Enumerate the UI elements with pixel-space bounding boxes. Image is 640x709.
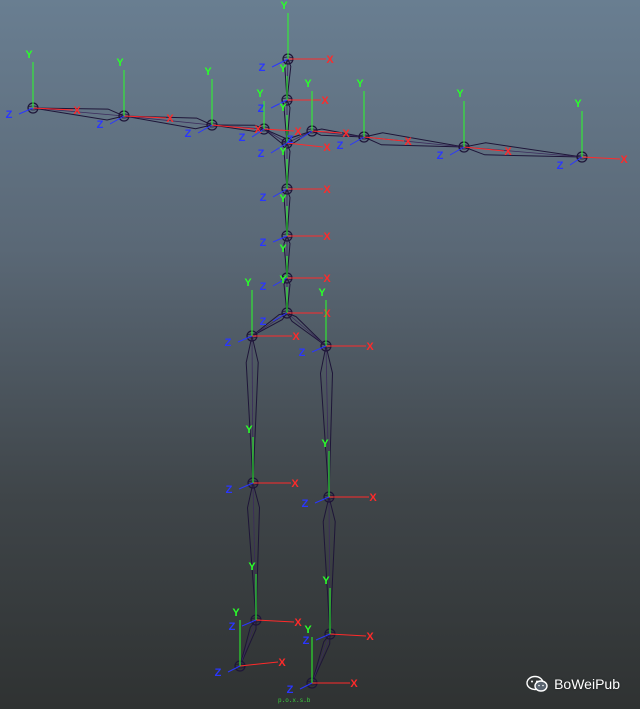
joint-rknee-y-label: Y <box>321 438 329 450</box>
joint-ltoe-x-axis <box>239 661 279 667</box>
joint-rwrist-x-label: X <box>620 154 628 166</box>
joint-rtoe-z-label: Z <box>287 684 294 696</box>
wechat-icon <box>526 675 548 692</box>
joint-rhip-z-label: Z <box>299 347 306 359</box>
joint-lclav-x-label: X <box>294 126 302 138</box>
joint-lankle-x-axis <box>255 619 295 623</box>
joint-lankle-x-label: X <box>294 617 302 629</box>
joint-rclav-z-label: Z <box>287 134 294 146</box>
joint-lknee-y-label: Y <box>245 424 253 436</box>
bone-axis-lankle-ltoe <box>239 619 257 667</box>
viewport-3d[interactable]: XYZXYZXYZXYZXYZXYZXYZXYZ XYZ XYZ XYZ XYZ XYZ X… <box>0 0 640 709</box>
joint-chest-z-label: Z <box>258 148 265 160</box>
joint-lelbow-y-label: Y <box>116 57 124 69</box>
bone-rshoulder-relbow[interactable] <box>362 132 465 148</box>
joint-rshoulder-z-label: Z <box>337 140 344 152</box>
joint-lwrist-z-label: Z <box>6 109 13 121</box>
joint-ltoe-x-label: X <box>278 657 286 669</box>
joint-rwrist-z-label: Z <box>557 160 564 172</box>
joint-lclav-y-label: Y <box>256 88 264 100</box>
joint-lknee-x-label: X <box>291 478 299 490</box>
joint-spine2-y-label: Y <box>279 193 287 205</box>
joint-rankle-y-label: Y <box>322 575 330 587</box>
bone-axis-rankle-rtoe <box>311 633 331 684</box>
joint-rclav-x-label: X <box>342 128 350 140</box>
joint-lshoulder-y-label: Y <box>204 66 212 78</box>
watermark-text: BoWeiPub <box>554 676 620 692</box>
bone-axis-chest-lclav <box>263 128 288 144</box>
joint-rhip-y-label: Y <box>318 287 326 299</box>
joint-lhip-z-label: Z <box>225 337 232 349</box>
joint-rwrist-y-label: Y <box>574 98 582 110</box>
joint-axes: XYZXYZXYZXYZXYZXYZXYZXYZ XYZ XYZ XYZ XYZ XYZ X… <box>6 0 629 696</box>
joint-rhip-x-label: X <box>366 341 374 353</box>
joint-rtoe-y-label: Y <box>304 624 312 636</box>
joint-chest-x-label: X <box>323 142 331 154</box>
joint-lelbow-z-label: Z <box>97 119 104 131</box>
joint-rankle-z-label: Z <box>303 635 310 647</box>
joint-rtoe-x-label: X <box>350 678 358 690</box>
joint-lclav-z-label: Z <box>239 132 246 144</box>
joint-lshoulder-z-label: Z <box>185 128 192 140</box>
joint-ltoe-y-label: Y <box>232 607 240 619</box>
joint-relbow-x-label: X <box>504 146 512 158</box>
joint-lhip-x-label: X <box>292 331 300 343</box>
joint-rankle-x-label: X <box>366 631 374 643</box>
joint-spine3-x-label: X <box>323 273 331 285</box>
joint-hip-z-label: Z <box>260 316 267 328</box>
joint-lwrist-y-label: Y <box>25 49 33 61</box>
joint-lankle-y-label: Y <box>248 561 256 573</box>
joint-head-z-label: Z <box>259 62 266 74</box>
joint-rshoulder-x-axis <box>363 136 405 142</box>
joint-rclav-y-label: Y <box>304 78 312 90</box>
joint-chest-y-label: Y <box>279 102 287 114</box>
joint-lhip-y-label: Y <box>244 277 252 289</box>
watermark: BoWeiPub <box>526 675 620 693</box>
joint-rknee-x-label: X <box>369 492 377 504</box>
joint-rwrist-x-axis <box>581 156 621 160</box>
skeleton-joints <box>27 53 588 689</box>
joint-rclav-z-axis <box>299 130 313 140</box>
joint-rknee-z-label: Z <box>302 498 309 510</box>
skeleton-bones <box>32 57 583 684</box>
joint-spine2-z-label: Z <box>260 237 267 249</box>
joint-spine1-y-label: Y <box>279 146 287 158</box>
joint-lelbow-x-label: X <box>166 113 174 125</box>
joint-head-y-label: Y <box>280 0 288 12</box>
bone-relbow-rwrist[interactable] <box>462 142 583 158</box>
joint-rshoulder-x-label: X <box>404 136 412 148</box>
ground-marker: p.o.x.s.b <box>278 697 311 704</box>
joint-ltoe-z-label: Z <box>215 667 222 679</box>
joint-rshoulder-y-label: Y <box>356 78 364 90</box>
joint-hip-x-label: X <box>323 308 331 320</box>
joint-head-x-label: X <box>326 54 334 66</box>
joint-relbow-y-label: Y <box>456 88 464 100</box>
joint-spine3-y-label: Y <box>279 243 287 255</box>
joint-hip-y-label: Y <box>279 274 287 286</box>
joint-lknee-z-label: Z <box>226 484 233 496</box>
joint-lwrist-x-label: X <box>73 105 81 117</box>
joint-rwrist-z-axis <box>569 156 583 166</box>
joint-spine2-x-label: X <box>323 231 331 243</box>
joint-lankle-z-label: Z <box>229 621 236 633</box>
joint-spine1-x-label: X <box>323 184 331 196</box>
joint-relbow-z-label: Z <box>437 150 444 162</box>
joint-spine1-z-label: Z <box>260 192 267 204</box>
joint-spine3-z-label: Z <box>260 281 267 293</box>
joint-neck-y-label: Y <box>279 63 287 75</box>
joint-neck-x-label: X <box>321 95 329 107</box>
